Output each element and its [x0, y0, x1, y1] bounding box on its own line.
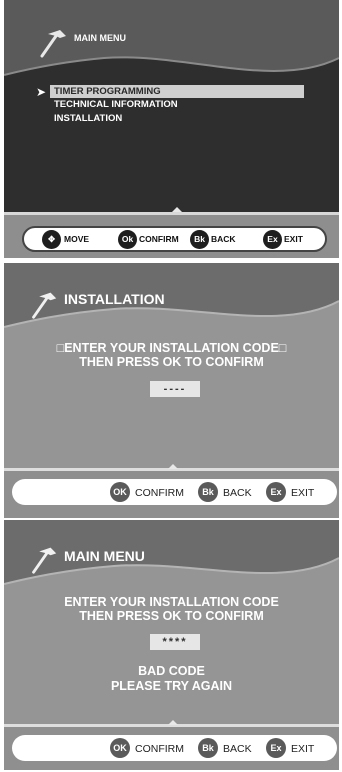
page-title: MAIN MENU [64, 548, 145, 564]
exit-button-icon[interactable]: Ex [266, 482, 286, 502]
exit-label: EXIT [284, 234, 303, 244]
up-triangle-icon [168, 720, 178, 725]
error-line-1: BAD CODE [138, 664, 205, 678]
ok-button-icon[interactable]: OK [110, 482, 130, 502]
move-button-icon[interactable]: ✥ [42, 230, 61, 249]
back-button-icon[interactable]: Bk [198, 738, 218, 758]
up-triangle-icon [172, 207, 182, 212]
confirm-label: CONFIRM [139, 234, 179, 244]
hammer-icon [40, 30, 66, 58]
page-title: MAIN MENU [74, 33, 126, 43]
exit-button-icon[interactable]: Ex [263, 230, 282, 249]
hammer-icon [32, 292, 57, 319]
instruction-line-1: ENTER YOUR INSTALLATION CODE [64, 595, 279, 609]
ok-button-icon[interactable]: OK [110, 738, 130, 758]
menu-item-technical-information[interactable]: TECHNICAL INFORMATION [54, 98, 178, 111]
menu-item-installation[interactable]: INSTALLATION [54, 112, 122, 125]
ok-button-icon[interactable]: Ok [118, 230, 137, 249]
code-input[interactable]: **** [150, 634, 200, 650]
back-label: BACK [223, 743, 252, 755]
page-title: INSTALLATION [64, 291, 165, 307]
back-button-icon[interactable]: Bk [198, 482, 218, 502]
confirm-label: CONFIRM [135, 743, 184, 755]
main-menu-screen: MAIN MENU ➤ TIMER PROGRAMMING TECHNICAL … [4, 0, 339, 258]
hammer-icon [32, 547, 57, 574]
move-label: MOVE [64, 234, 90, 244]
instruction-line-1: □ENTER YOUR INSTALLATION CODE□ [56, 341, 287, 355]
instruction-line-2: THEN PRESS OK TO CONFIRM [79, 355, 264, 369]
up-triangle-icon [168, 464, 178, 469]
confirm-label: CONFIRM [135, 487, 184, 499]
back-label: BACK [223, 487, 252, 499]
installation-screen: INSTALLATION □ENTER YOUR INSTALLATION CO… [4, 263, 339, 518]
exit-button-icon[interactable]: Ex [266, 738, 286, 758]
back-label: BACK [211, 234, 236, 244]
back-button-icon[interactable]: Bk [190, 230, 209, 249]
error-line-2: PLEASE TRY AGAIN [110, 679, 233, 693]
exit-label: EXIT [291, 743, 315, 755]
selection-cursor-icon: ➤ [36, 85, 47, 99]
exit-label: EXIT [291, 487, 315, 499]
code-input[interactable]: ---- [150, 381, 200, 397]
bad-code-screen: MAIN MENU ENTER YOUR INSTALLATION CODE T… [4, 520, 339, 770]
menu-item-timer-programming[interactable]: TIMER PROGRAMMING [50, 85, 304, 98]
instruction-line-2: THEN PRESS OK TO CONFIRM [79, 609, 264, 623]
